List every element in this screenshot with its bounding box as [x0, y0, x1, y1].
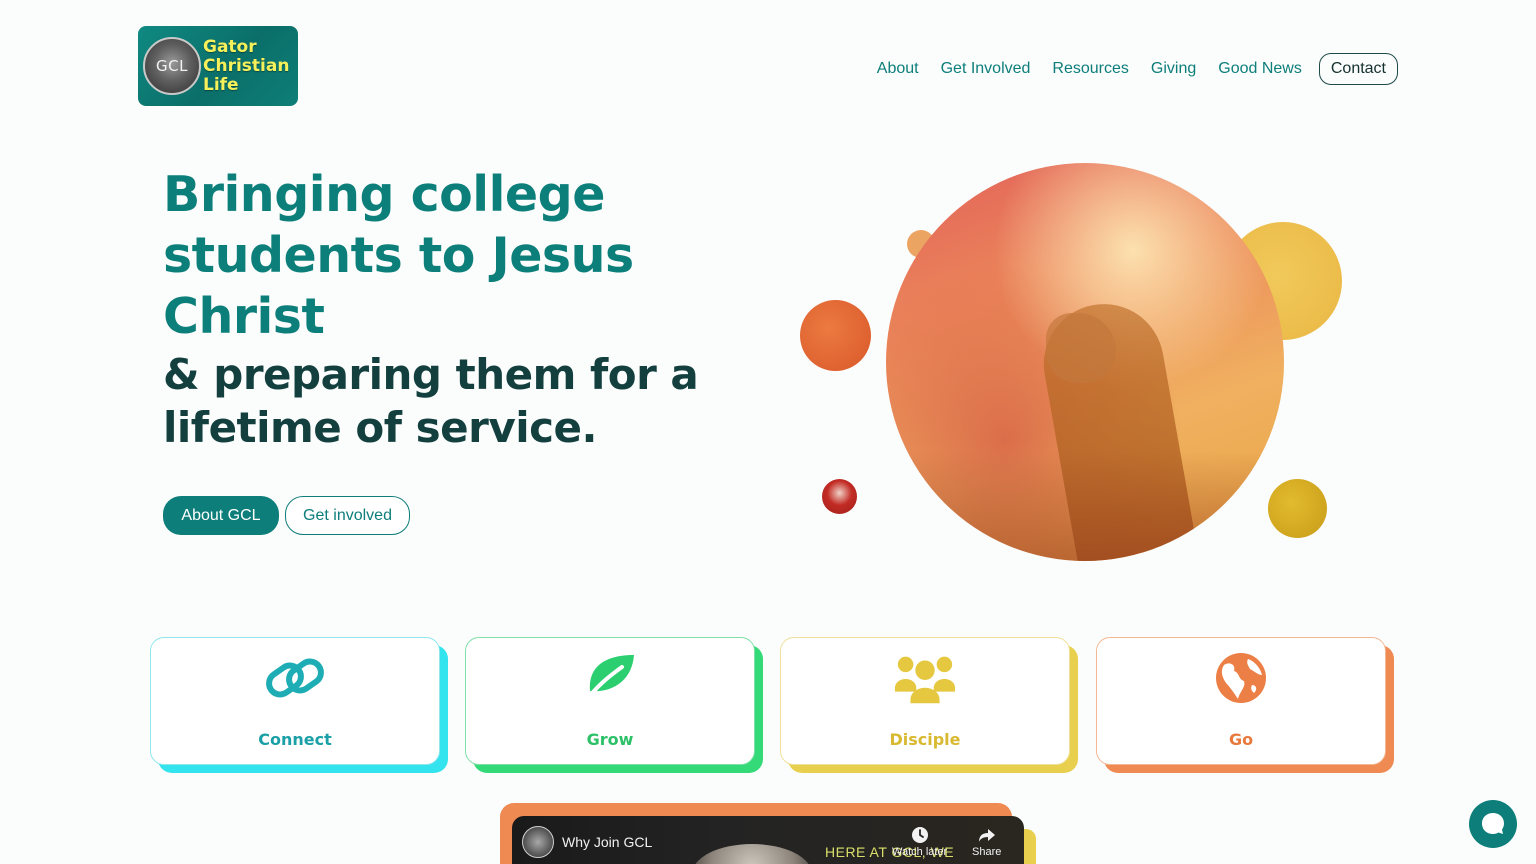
watch-later-button[interactable]: Watch later	[892, 826, 947, 858]
share-button[interactable]: Share	[972, 826, 1001, 858]
channel-avatar[interactable]	[522, 826, 554, 858]
chat-bubble-icon	[1482, 813, 1504, 834]
nav-good-news[interactable]: Good News	[1218, 60, 1302, 78]
contact-button[interactable]: Contact	[1318, 52, 1398, 85]
card-connect[interactable]: Connect	[150, 637, 440, 765]
nav-giving[interactable]: Giving	[1151, 60, 1196, 78]
clock-icon	[911, 827, 928, 843]
nav-resources[interactable]: Resources	[1052, 60, 1128, 78]
main-nav: About Get Involved Resources Giving Good…	[855, 52, 1398, 85]
hero-worship-image	[886, 163, 1284, 561]
logo[interactable]: GCL Gator Christian Life	[138, 26, 298, 106]
nav-get-involved[interactable]: Get Involved	[941, 60, 1031, 78]
logo-emblem: GCL	[143, 37, 201, 95]
card-label: Connect	[258, 730, 332, 749]
decor-bubble-red	[822, 479, 857, 514]
chat-button[interactable]	[1469, 800, 1517, 848]
card-grow[interactable]: Grow	[465, 637, 755, 765]
card-disciple[interactable]: Disciple	[780, 637, 1070, 765]
logo-emblem-text: GCL	[156, 57, 188, 75]
logo-line: Christian	[203, 55, 290, 76]
about-gcl-button[interactable]: About GCL	[163, 496, 279, 535]
logo-line: Gator	[203, 36, 257, 57]
video-thumbnail-person	[692, 844, 812, 864]
video-title[interactable]: Why Join GCL	[562, 834, 652, 850]
video-player[interactable]: Why Join GCL HERE AT GCL, WE Watch later…	[512, 816, 1024, 864]
card-go[interactable]: Go	[1096, 637, 1386, 765]
link-icon	[263, 650, 327, 706]
users-icon	[893, 650, 957, 706]
nav-about[interactable]: About	[877, 60, 919, 78]
crowd-shadow	[886, 451, 1284, 561]
share-icon	[978, 829, 995, 842]
decor-bubble-orange	[800, 300, 871, 371]
card-label: Disciple	[889, 730, 961, 749]
logo-line: Life	[203, 74, 239, 95]
card-label: Grow	[586, 730, 634, 749]
card-label: Go	[1228, 730, 1254, 749]
globe-icon	[1209, 650, 1273, 706]
hero-title: Bringing college students to Jesus Chris…	[163, 166, 634, 345]
hero-subtitle: & preparing them for a lifetime of servi…	[163, 350, 699, 452]
get-involved-button[interactable]: Get involved	[285, 496, 410, 535]
watch-later-label: Watch later	[892, 846, 948, 858]
share-label: Share	[972, 846, 1002, 858]
leaf-icon	[578, 650, 642, 706]
logo-wordmark: Gator Christian Life	[203, 36, 290, 95]
